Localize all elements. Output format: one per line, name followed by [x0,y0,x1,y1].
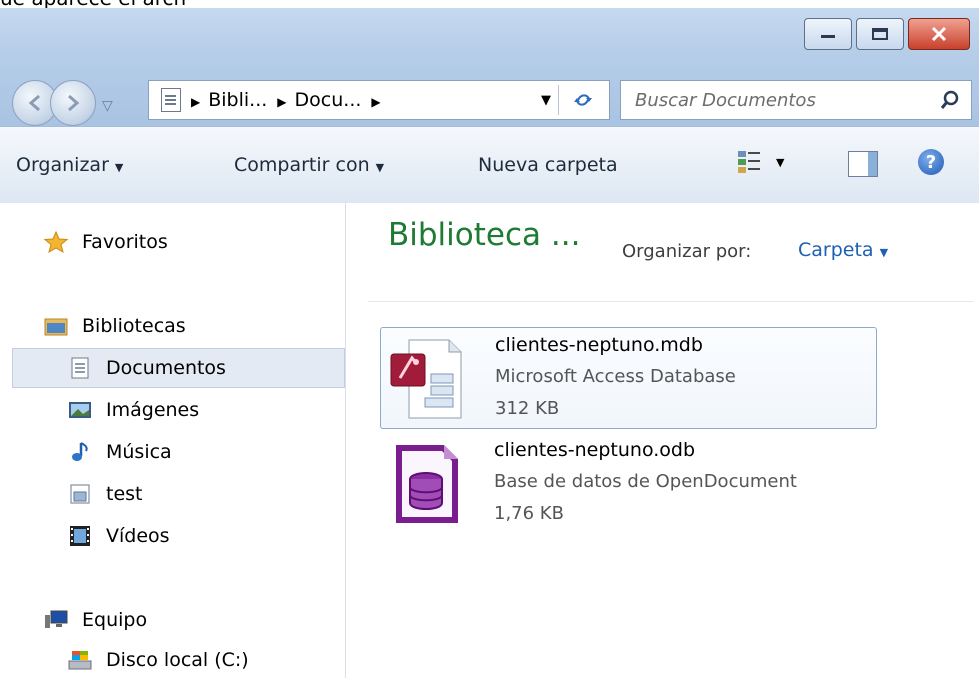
file-name: clientes-neptuno.mdb [495,334,703,356]
film-icon [70,526,90,546]
close-button[interactable] [908,18,970,50]
nav-label: Música [106,441,172,463]
nav-item-local-disk[interactable]: Disco local (C:) [68,649,249,671]
organize-menu[interactable]: Organizar ▼ [16,154,123,176]
refresh-icon [574,94,592,106]
address-separator [558,85,559,115]
nav-item-test[interactable]: test [68,483,143,505]
top-clipped-text-strip: ue aparece el arch [0,0,979,8]
nav-label: Imágenes [106,399,200,421]
command-bar: Organizar ▼ Compartir con ▼ Nueva carpeta … [0,126,979,204]
search-placeholder[interactable]: Buscar Documentos [635,90,816,111]
minimize-button[interactable] [804,18,852,50]
nav-label: Equipo [82,609,148,631]
maximize-button[interactable] [856,18,904,50]
breadcrumb-libraries-label: Bibli... [208,89,268,111]
chevron-down-icon: ▼ [375,161,385,174]
nav-item-favorites[interactable]: Favoritos [44,231,168,253]
nav-item-documents[interactable]: Documentos [68,357,226,379]
file-type: Base de datos de OpenDocument [494,471,797,492]
minimize-icon [821,35,835,38]
hard-drive-icon [68,651,92,670]
new-folder-label: Nueva carpeta [478,154,618,176]
music-note-icon [72,442,88,461]
libraries-icon [44,318,68,336]
chevron-down-icon: ▼ [114,161,124,174]
chevron-down-icon: ▼ [776,155,785,169]
nav-item-music[interactable]: Música [68,441,172,463]
preview-pane-icon[interactable] [848,151,878,177]
folder-library-icon [70,484,90,504]
arrange-by-dropdown[interactable]: Carpeta ▼ [798,239,888,261]
file-name: clientes-neptuno.odb [494,439,696,461]
breadcrumb-next-arrow[interactable]: ▶ [371,89,388,111]
nav-label: Vídeos [106,525,170,547]
refresh-button[interactable] [571,88,595,112]
arrange-by-label: Organizar por: [622,241,752,262]
view-options-icon [738,151,760,173]
back-arrow-icon [28,94,40,112]
nav-label: Documentos [106,357,226,379]
explorer-window: ▽ ▶ Bibli... ▶ Docu... ▶ ▼ Buscar Document… [0,8,979,678]
nav-label: Favoritos [82,231,168,253]
help-icon[interactable]: ? [918,149,944,175]
nav-label: Bibliotecas [82,315,186,337]
chevron-down-icon: ▼ [879,246,889,259]
maximize-icon [872,28,888,40]
dropdown-arrow-icon[interactable]: ▼ [541,93,551,108]
close-icon [931,26,947,42]
arrange-by-value: Carpeta [798,239,874,261]
file-item-mdb[interactable]: clientes-neptuno.mdb Microsoft Access Da… [380,327,877,429]
breadcrumb-libraries[interactable]: ▶ Bibli... [191,89,267,111]
access-database-file-icon [390,339,462,419]
breadcrumb-documents[interactable]: ▶ Docu... [277,89,361,111]
library-title: Biblioteca ... [388,217,581,253]
new-folder-button[interactable]: Nueva carpeta [478,154,618,176]
document-icon [71,357,89,379]
organize-label: Organizar [16,154,109,176]
file-item-odb[interactable]: clientes-neptuno.odb Base de datos de Op… [380,433,877,535]
pictures-icon [69,402,91,418]
address-bar[interactable]: ▶ Bibli... ▶ Docu... ▶ ▼ [148,80,610,120]
share-with-menu[interactable]: Compartir con ▼ [234,154,384,176]
file-list-pane: Biblioteca ... Organizar por: Carpeta ▼ c… [346,203,979,678]
star-icon [44,231,68,253]
nav-item-images[interactable]: Imágenes [68,399,199,421]
nav-label: Disco local (C:) [106,649,249,671]
forward-button[interactable] [50,80,96,126]
nav-item-videos[interactable]: Vídeos [68,525,170,547]
recent-pages-dropdown-icon[interactable]: ▽ [102,98,113,114]
change-view-button[interactable]: ▼ [736,149,784,175]
window-controls [800,18,970,52]
forward-arrow-icon [68,94,80,112]
file-type: Microsoft Access Database [495,366,736,387]
search-icon[interactable] [939,89,961,111]
computer-icon [45,610,68,628]
nav-label: test [106,483,143,505]
documents-library-icon [161,88,181,112]
search-box[interactable]: Buscar Documentos [620,80,972,120]
breadcrumb-documents-label: Docu... [294,89,362,111]
clipped-text: ue aparece el arch [0,0,186,8]
navigation-pane: Favoritos Bibliotecas Documentos Imágene… [0,203,346,678]
file-size: 1,76 KB [494,503,564,524]
share-label: Compartir con [234,154,370,176]
window-frame: ▽ ▶ Bibli... ▶ Docu... ▶ ▼ Buscar Document… [0,8,979,126]
nav-item-computer[interactable]: Equipo [44,609,147,631]
file-size: 312 KB [495,398,560,419]
opendocument-database-file-icon [396,445,458,523]
header-divider [368,301,973,302]
nav-item-libraries[interactable]: Bibliotecas [44,315,186,337]
